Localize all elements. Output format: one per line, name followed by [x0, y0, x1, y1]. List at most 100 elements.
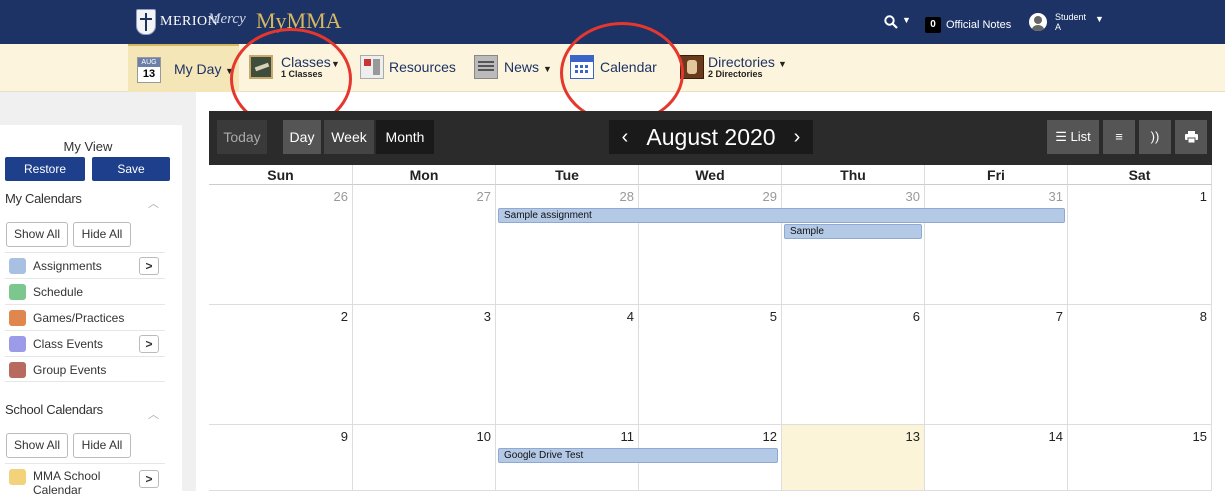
filter-button[interactable]: ≡ — [1103, 120, 1135, 154]
day-cell[interactable]: 10 — [353, 425, 496, 491]
calendar-item-group-events[interactable]: Group Events — [5, 356, 165, 382]
day-cell[interactable]: 7 — [925, 305, 1068, 425]
school-crest-icon[interactable] — [136, 9, 156, 35]
nav-directories[interactable]: Directories 2 Directories ▼ — [674, 44, 794, 92]
print-button[interactable] — [1175, 120, 1207, 154]
my-view-title: My View — [63, 139, 113, 154]
nav-news-label: News — [504, 59, 540, 75]
color-swatch — [9, 258, 26, 274]
list-view-button[interactable]: ☰ List — [1047, 120, 1099, 154]
day-number: 1 — [1199, 189, 1207, 204]
day-view-button[interactable]: Day — [283, 120, 321, 154]
show-all-button[interactable]: Show All — [6, 433, 68, 458]
weekday-header: Fri — [925, 165, 1068, 185]
day-cell-today[interactable]: 13 — [782, 425, 925, 491]
chevron-right-icon[interactable]: > — [139, 335, 159, 353]
day-number: 8 — [1199, 309, 1207, 324]
nav-my-day-label: My Day — [174, 61, 222, 77]
weekday-header: Sat — [1068, 165, 1212, 185]
day-cell[interactable]: 29 — [639, 185, 782, 305]
my-calendars-title[interactable]: My Calendars — [5, 191, 82, 206]
day-cell[interactable]: 30 — [782, 185, 925, 305]
calendar-item-schedule[interactable]: Schedule — [5, 278, 165, 304]
show-all-button[interactable]: Show All — [6, 222, 68, 247]
save-button[interactable]: Save — [92, 157, 170, 181]
caret-down-icon: ▼ — [902, 15, 911, 25]
school-calendars-title[interactable]: School Calendars — [5, 402, 103, 417]
next-month-button[interactable]: › — [781, 120, 813, 154]
previous-month-button[interactable]: ‹ — [609, 120, 641, 154]
today-button[interactable]: Today — [217, 120, 267, 154]
day-cell[interactable]: 1 — [1068, 185, 1212, 305]
nav-news[interactable]: News ▼ — [466, 44, 556, 92]
official-notes-link[interactable]: Official Notes — [946, 19, 1011, 31]
chevron-up-icon[interactable]: ︿ — [148, 406, 159, 422]
day-cell[interactable]: 31 — [925, 185, 1068, 305]
chevron-up-icon[interactable]: ︿ — [148, 195, 159, 211]
nav-my-day[interactable]: AUG 13 My Day ▼ — [128, 44, 239, 92]
month-view-button[interactable]: Month — [376, 120, 434, 154]
caret-down-icon: ▼ — [543, 64, 552, 74]
calendar-item-assignments[interactable]: Assignments > — [5, 252, 165, 278]
resources-icon — [360, 55, 384, 79]
calendar-item-label: Games/Practices — [33, 311, 125, 325]
date-month: AUG — [138, 58, 160, 67]
day-number: 11 — [620, 429, 635, 444]
color-swatch — [9, 284, 26, 300]
day-number: 13 — [905, 429, 920, 444]
day-cell[interactable]: 6 — [782, 305, 925, 425]
day-cell[interactable]: 4 — [496, 305, 639, 425]
day-number: 4 — [626, 309, 634, 324]
calendar-item-games-practices[interactable]: Games/Practices — [5, 304, 165, 330]
day-cell[interactable]: 15 — [1068, 425, 1212, 491]
calendar-item-class-events[interactable]: Class Events > — [5, 330, 165, 356]
caret-down-icon: ▼ — [778, 59, 787, 69]
nav-resources-label: Resources — [389, 59, 456, 75]
day-cell[interactable]: 9 — [209, 425, 353, 491]
hide-all-button[interactable]: Hide All — [73, 222, 131, 247]
day-number: 7 — [1055, 309, 1063, 324]
day-cell[interactable]: 5 — [639, 305, 782, 425]
day-cell[interactable]: 3 — [353, 305, 496, 425]
color-swatch — [9, 336, 26, 352]
day-cell[interactable]: 28 — [496, 185, 639, 305]
day-cell[interactable]: 2 — [209, 305, 353, 425]
day-cell[interactable]: 26 — [209, 185, 353, 305]
weekday-header: Sun — [209, 165, 353, 185]
event-sample[interactable]: Sample — [784, 224, 922, 239]
calendar-date-icon: AUG 13 — [137, 57, 161, 83]
logo-mercy[interactable]: Mercy — [208, 11, 246, 28]
search-button[interactable]: ▼ — [884, 14, 914, 32]
rss-icon: )) — [1150, 129, 1160, 144]
day-number: 6 — [912, 309, 920, 324]
weekday-header: Wed — [639, 165, 782, 185]
day-cell[interactable]: 27 — [353, 185, 496, 305]
day-number: 2 — [340, 309, 348, 324]
month-grid: Sun Mon Tue Wed Thu Fri Sat 26 27 28 29 … — [209, 165, 1212, 491]
week-view-button[interactable]: Week — [324, 120, 374, 154]
event-sample-assignment[interactable]: Sample assignment — [498, 208, 1065, 223]
user-name[interactable]: Student A — [1055, 12, 1086, 32]
day-cell[interactable]: 14 — [925, 425, 1068, 491]
day-number: 30 — [905, 189, 920, 204]
restore-button[interactable]: Restore — [5, 157, 85, 181]
nav-resources[interactable]: Resources — [354, 44, 459, 92]
user-avatar-icon[interactable] — [1029, 13, 1047, 31]
rss-feed-button[interactable]: )) — [1139, 120, 1171, 154]
date-day: 13 — [142, 68, 156, 80]
caret-down-icon[interactable]: ▼ — [1095, 14, 1104, 24]
event-google-drive-test[interactable]: Google Drive Test — [498, 448, 778, 463]
weekday-header: Thu — [782, 165, 925, 185]
notes-count-badge[interactable]: 0 — [925, 17, 941, 33]
chevron-right-icon[interactable]: > — [139, 257, 159, 275]
chevron-right-icon[interactable]: > — [139, 470, 159, 488]
day-number: 12 — [762, 429, 777, 444]
calendar-item-mma-school-calendar[interactable]: MMA School Calendar > — [5, 463, 165, 497]
calendar-item-label: Assignments — [33, 259, 102, 273]
hide-all-button[interactable]: Hide All — [73, 433, 131, 458]
day-number: 31 — [1048, 189, 1063, 204]
day-cell[interactable]: 8 — [1068, 305, 1212, 425]
sidebar-gutter — [182, 92, 196, 491]
weekday-header: Tue — [496, 165, 639, 185]
day-number: 27 — [476, 189, 491, 204]
